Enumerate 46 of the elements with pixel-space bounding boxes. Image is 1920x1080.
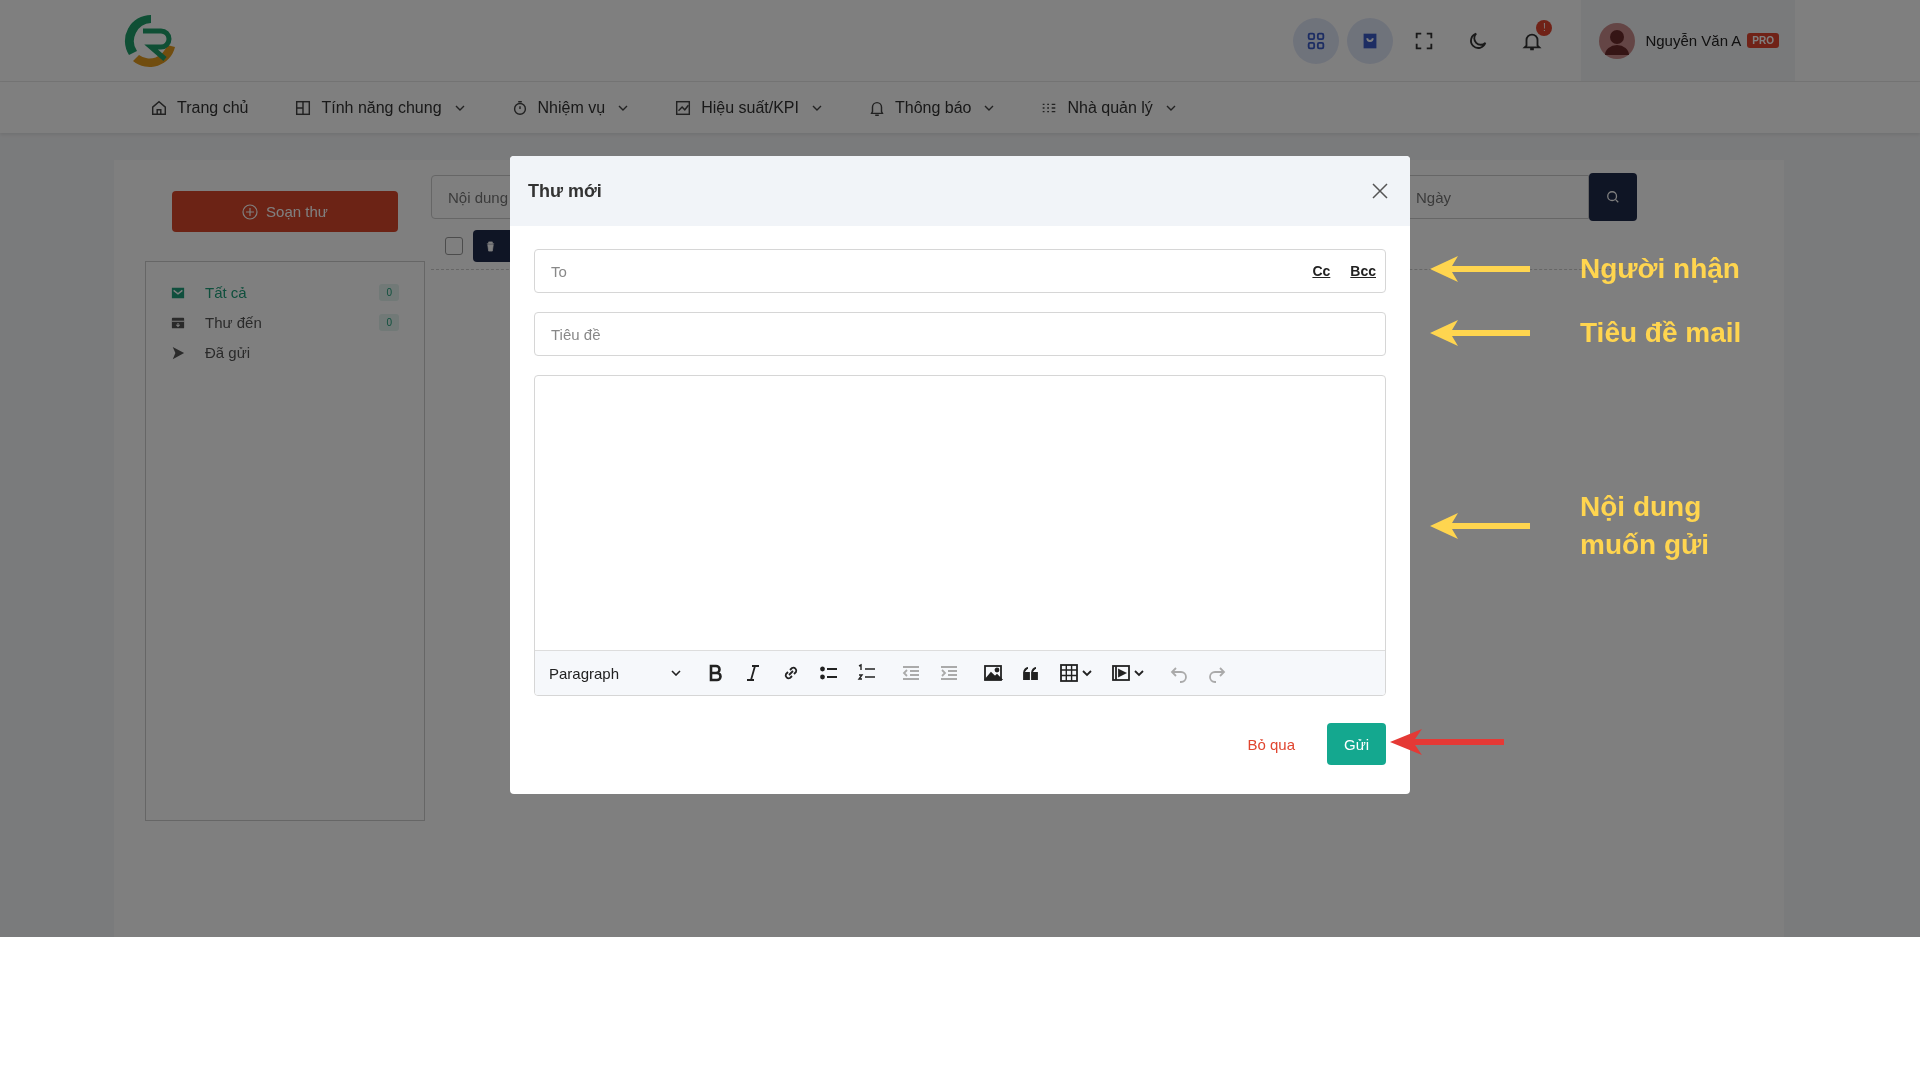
plus-circle-icon <box>242 203 259 220</box>
search-button[interactable] <box>1589 173 1637 221</box>
avatar-icon <box>1599 22 1636 59</box>
dialog-title: Thư mới <box>528 180 603 202</box>
select-all-checkbox[interactable] <box>445 237 463 255</box>
count-badge: 0 <box>379 284 399 301</box>
notifications-button[interactable]: ! <box>1509 17 1556 64</box>
compose-button[interactable]: Soạn thư <box>172 191 398 232</box>
layout-icon <box>294 98 313 117</box>
annotation-label: Nội dung muốn gửi <box>1580 490 1711 562</box>
annotation-label: Tiêu đề mail <box>1580 316 1743 350</box>
pro-badge: PRO <box>1747 33 1779 48</box>
nav-item[interactable]: Trang chủ <box>150 98 249 117</box>
nav-item[interactable]: Thông báo <box>867 98 995 117</box>
nav-item[interactable]: Hiệu suất/KPI <box>674 98 822 117</box>
folder-item[interactable]: Đã gửi <box>171 344 399 361</box>
table-button[interactable] <box>1059 663 1093 683</box>
chart-icon <box>674 98 693 117</box>
notification-badge: ! <box>1536 19 1553 36</box>
search-icon <box>1606 190 1620 204</box>
cc-link[interactable]: Cc <box>1312 263 1331 279</box>
paragraph-format-select[interactable]: Paragraph <box>549 664 681 682</box>
media-button[interactable] <box>1111 663 1145 683</box>
image-button[interactable] <box>983 663 1003 683</box>
folder-item[interactable]: Tất cả 0 <box>171 284 399 301</box>
bcc-link[interactable]: Bcc <box>1350 263 1376 279</box>
inbox-icon <box>171 315 185 330</box>
send-button[interactable]: Gửi <box>1327 723 1386 765</box>
envelope-icon <box>171 285 185 300</box>
trash-icon <box>485 240 496 252</box>
count-badge: 0 <box>379 314 399 331</box>
user-name: Nguyễn Văn A <box>1645 32 1742 49</box>
numbers-button[interactable] <box>857 663 877 683</box>
folder-item[interactable]: Thư đến 0 <box>171 314 399 331</box>
home-icon <box>150 98 168 117</box>
nav-item[interactable]: Nhà quản lý <box>1040 98 1176 117</box>
subject-field[interactable]: Tiêu đề <box>534 312 1386 356</box>
nav-item[interactable]: Nhiệm vụ <box>510 98 629 117</box>
close-icon <box>1372 183 1388 199</box>
nav-item[interactable]: Tính năng chung <box>294 98 465 117</box>
cancel-button[interactable]: Bỏ qua <box>1241 734 1301 754</box>
recipient-field[interactable]: To Cc Bcc <box>534 249 1386 293</box>
chevron-down-icon <box>671 670 681 676</box>
send-icon <box>171 345 185 360</box>
annotation-label: Người nhận <box>1580 252 1741 286</box>
user-menu[interactable]: Nguyễn Văn A PRO <box>1581 0 1795 81</box>
